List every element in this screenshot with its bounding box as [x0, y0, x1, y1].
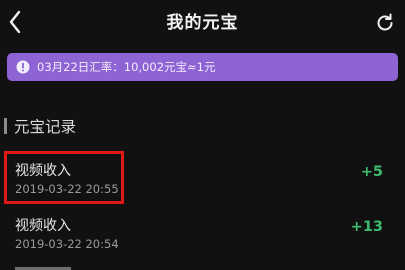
section-accent-bar — [4, 118, 7, 134]
refresh-icon — [373, 11, 397, 35]
record-title: 视频收入 — [15, 218, 71, 234]
info-icon — [16, 60, 30, 74]
exchange-rate-notice: 03月22日汇率：10,002元宝≈1元 — [7, 53, 398, 81]
page-title: 我的元宝 — [166, 13, 239, 33]
record-time: 2019-03-22 20:54 — [15, 237, 119, 251]
highlight-annotation — [4, 151, 124, 204]
record-amount: +5 — [360, 164, 383, 180]
section-header: 元宝记录 — [4, 115, 76, 137]
partial-record-item — [15, 262, 75, 270]
app-header: 我的元宝 — [0, 0, 405, 46]
exchange-rate-text: 03月22日汇率：10,002元宝≈1元 — [37, 60, 216, 74]
section-title: 元宝记录 — [14, 118, 77, 136]
refresh-button[interactable] — [373, 11, 397, 35]
record-amount: +13 — [350, 219, 383, 235]
record-item[interactable]: 视频收入 2019-03-22 20:54 +13 — [0, 211, 405, 261]
